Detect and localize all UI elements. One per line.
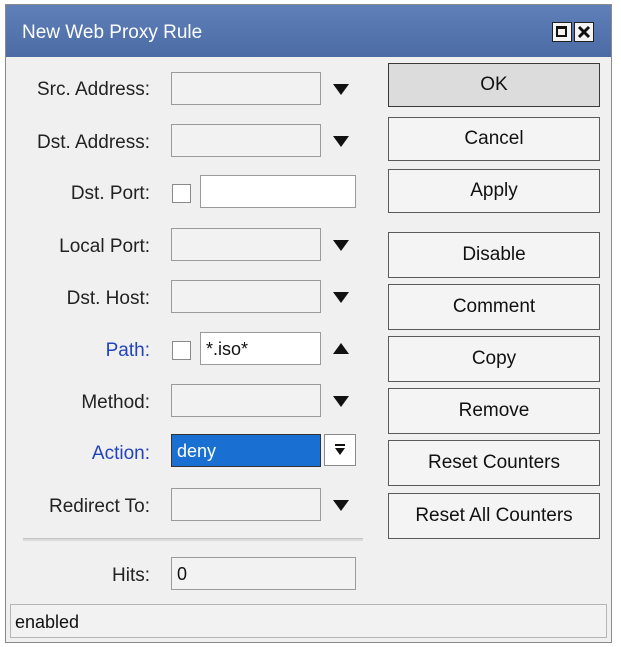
src-address-dropdown-icon[interactable]	[333, 84, 349, 96]
dst-host-label: Dst. Host:	[66, 288, 150, 309]
disable-button[interactable]: Disable	[388, 232, 600, 278]
dst-host-dropdown-icon[interactable]	[333, 292, 349, 304]
status-text: enabled	[15, 612, 80, 632]
method-field[interactable]	[171, 384, 321, 417]
path-negate-checkbox[interactable]	[172, 341, 191, 360]
local-port-field[interactable]	[171, 228, 321, 261]
cancel-button[interactable]: Cancel	[388, 117, 600, 161]
path-collapse-icon[interactable]	[333, 343, 349, 355]
hits-field: 0	[171, 557, 356, 590]
local-port-dropdown-icon[interactable]	[333, 240, 349, 252]
title-bar[interactable]: New Web Proxy Rule	[6, 5, 611, 57]
comment-button[interactable]: Comment	[388, 284, 600, 330]
status-bar: enabled	[10, 604, 607, 638]
method-dropdown-icon[interactable]	[333, 396, 349, 408]
ok-button[interactable]: OK	[388, 63, 600, 107]
src-address-label: Src. Address:	[37, 79, 150, 100]
reset-all-counters-button[interactable]: Reset All Counters	[388, 493, 600, 539]
dst-address-label: Dst. Address:	[37, 132, 150, 153]
dst-port-field[interactable]	[200, 175, 356, 208]
dropdown-arrow-icon	[335, 444, 345, 455]
dst-address-field[interactable]	[171, 124, 321, 157]
method-label: Method:	[81, 392, 150, 413]
dst-port-negate-checkbox[interactable]	[172, 184, 191, 203]
dst-port-label: Dst. Port:	[70, 183, 150, 204]
copy-button[interactable]: Copy	[388, 336, 600, 382]
close-icon[interactable]	[574, 22, 594, 42]
window-title: New Web Proxy Rule	[22, 22, 203, 43]
reset-counters-button[interactable]: Reset Counters	[388, 440, 600, 486]
dst-address-dropdown-icon[interactable]	[333, 136, 349, 148]
dst-host-field[interactable]	[171, 280, 321, 313]
redirect-to-label: Redirect To:	[48, 496, 150, 517]
remove-button[interactable]: Remove	[388, 388, 600, 434]
maximize-icon[interactable]	[552, 22, 572, 42]
path-label: Path:	[105, 340, 150, 361]
redirect-to-field[interactable]	[171, 488, 321, 521]
redirect-to-dropdown-icon[interactable]	[333, 500, 349, 512]
form-divider	[23, 538, 363, 541]
action-dropdown-button[interactable]	[324, 434, 356, 466]
local-port-label: Local Port:	[59, 236, 150, 257]
src-address-field[interactable]	[171, 72, 321, 105]
apply-button[interactable]: Apply	[388, 169, 600, 213]
hits-label: Hits:	[112, 565, 150, 586]
path-field[interactable]: *.iso*	[200, 332, 321, 365]
action-label: Action:	[91, 443, 150, 464]
dialog-window: New Web Proxy Rule Src. Address: Dst. Ad…	[5, 4, 612, 643]
action-select[interactable]: deny	[171, 434, 321, 467]
